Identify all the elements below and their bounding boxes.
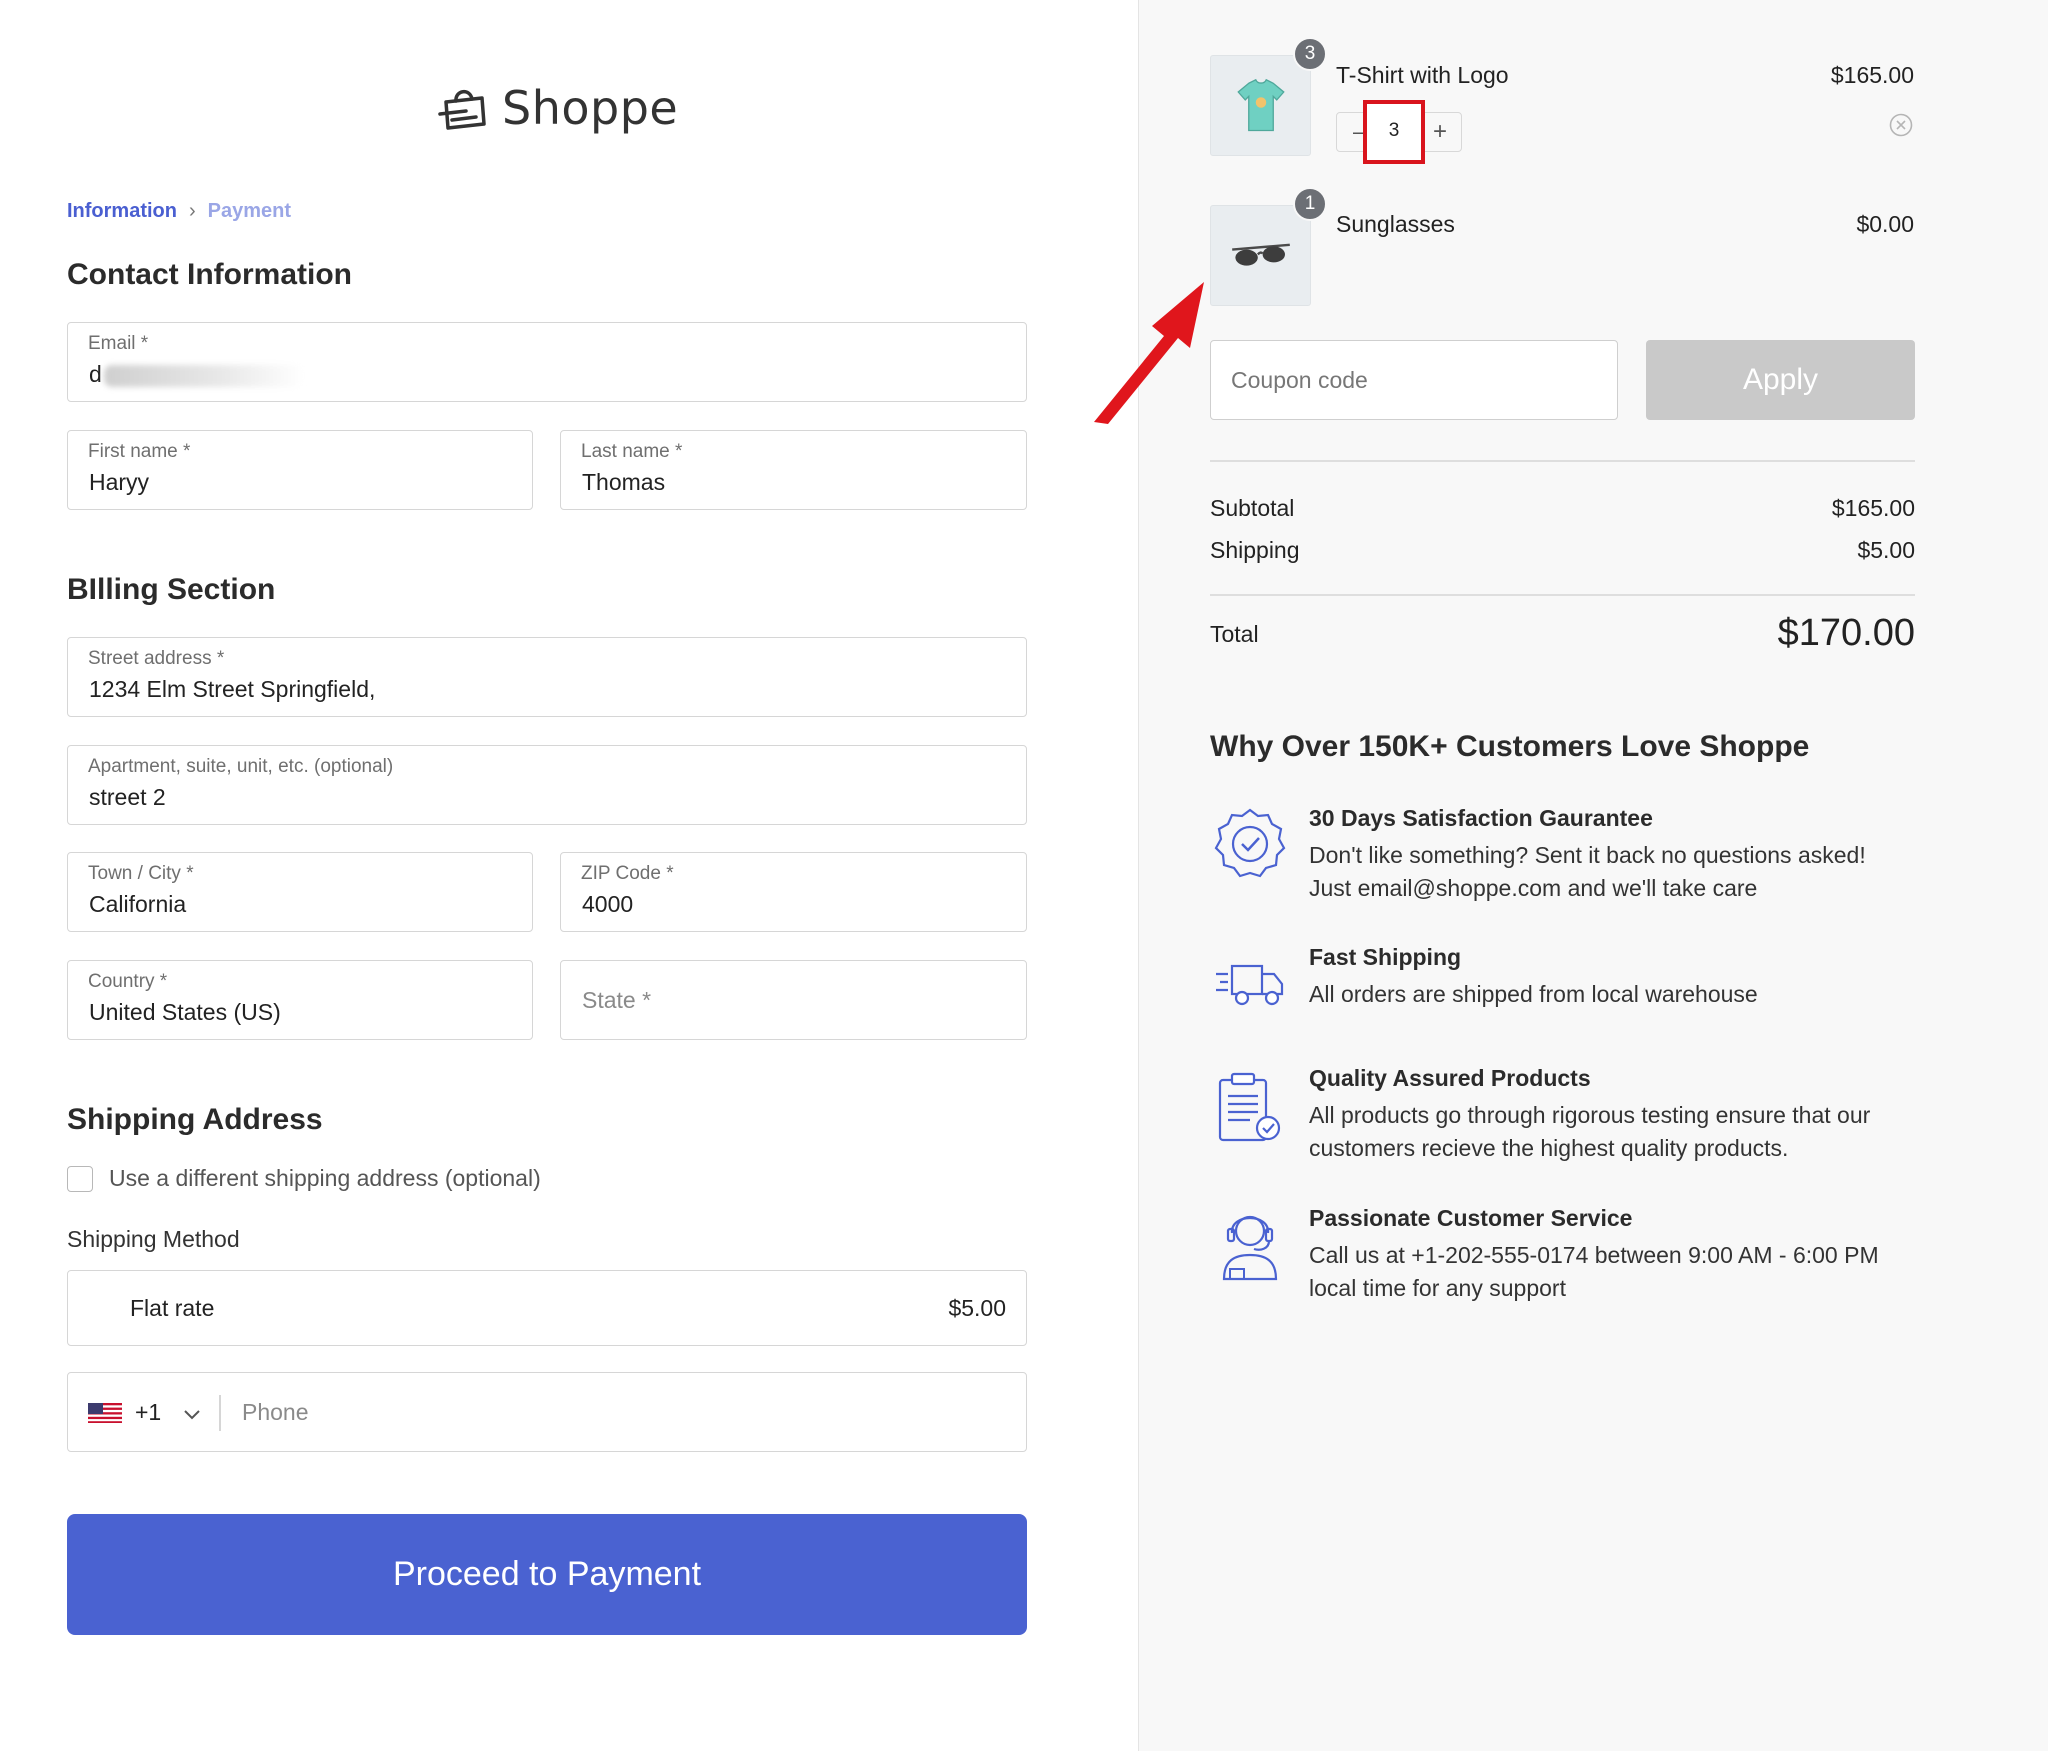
apartment-value: street 2 (89, 784, 166, 810)
state-placeholder: State * (582, 987, 652, 1013)
different-address-label: Use a different shipping address (option… (109, 1165, 541, 1191)
divider (1210, 594, 1915, 596)
quantity-value: 3 (1388, 120, 1400, 141)
coupon-placeholder: Coupon code (1231, 367, 1368, 393)
phone-divider (219, 1395, 221, 1431)
increase-quantity-button[interactable]: + (1433, 118, 1447, 146)
shopping-bag-icon (438, 90, 486, 130)
delivery-truck-icon (1216, 964, 1284, 1006)
zip-code-value: 4000 (582, 891, 634, 917)
city-value: California (89, 891, 187, 917)
feature-title: Fast Shipping (1309, 944, 1462, 970)
contact-information-heading: Contact Information (67, 258, 352, 291)
phone-field[interactable]: +1 Phone (67, 1372, 1027, 1452)
quantity-input[interactable]: 3 (1363, 100, 1425, 164)
apartment-field[interactable]: Apartment, suite, unit, etc. (optional) … (67, 745, 1027, 825)
zip-code-label: ZIP Code * (581, 863, 674, 884)
subtotal-label: Subtotal (1210, 495, 1295, 521)
shipping-method-name: Flat rate (130, 1295, 215, 1321)
breadcrumb: Information › Payment (67, 200, 291, 223)
country-select[interactable]: Country * United States (US) (67, 960, 533, 1040)
billing-section-heading: BIlling Section (67, 573, 276, 606)
coupon-code-input[interactable]: Coupon code (1210, 340, 1618, 420)
divider (1210, 460, 1915, 462)
breadcrumb-information[interactable]: Information (67, 200, 177, 223)
shipping-label: Shipping (1210, 537, 1300, 563)
street-address-label: Street address * (88, 648, 225, 669)
shipping-address-heading: Shipping Address (67, 1103, 323, 1136)
proceed-to-payment-button[interactable]: Proceed to Payment (67, 1514, 1027, 1635)
subtotal-value: $165.00 (1831, 495, 1915, 521)
feature-title: Quality Assured Products (1309, 1065, 1591, 1091)
item-price: $165.00 (1830, 62, 1914, 88)
apartment-label: Apartment, suite, unit, etc. (optional) (88, 756, 394, 777)
dial-code[interactable]: +1 (135, 1399, 161, 1426)
feature-description: All orders are shipped from local wareho… (1309, 981, 1758, 1007)
breadcrumb-payment[interactable]: Payment (208, 200, 291, 223)
shipping-method-price: $5.00 (948, 1295, 1006, 1321)
different-shipping-address-option[interactable]: Use a different shipping address (option… (67, 1165, 541, 1192)
brand-name: Shoppe (502, 81, 679, 135)
tshirt-icon (1236, 78, 1285, 131)
last-name-value: Thomas (582, 469, 666, 495)
street-address-field[interactable]: Street address * 1234 Elm Street Springf… (67, 637, 1027, 717)
support-agent-icon (1222, 1215, 1278, 1281)
tshirt-thumbnail (1210, 55, 1311, 156)
first-name-field[interactable]: First name * Haryy (67, 430, 533, 510)
clipboard-check-icon (1218, 1072, 1281, 1142)
redacted-email-blur (103, 364, 304, 387)
feature-title: 30 Days Satisfaction Gaurantee (1309, 805, 1653, 831)
email-label: Email * (88, 333, 149, 354)
shipping-method-label: Shipping Method (67, 1226, 240, 1252)
remove-item-icon[interactable] (1888, 112, 1914, 138)
country-value: United States (US) (89, 999, 281, 1025)
email-value: d (89, 361, 304, 388)
email-field[interactable]: Email * d (67, 322, 1027, 402)
zip-code-field[interactable]: ZIP Code * 4000 (560, 852, 1027, 932)
award-badge-icon (1214, 808, 1286, 878)
item-name: Sunglasses (1336, 211, 1455, 237)
street-address-value: 1234 Elm Street Springfield, (89, 676, 376, 702)
shipping-method-option[interactable]: Flat rate $5.00 (67, 1270, 1027, 1346)
chevron-right-icon: › (189, 200, 196, 222)
total-value: $170.00 (1777, 612, 1915, 654)
us-flag-icon[interactable] (88, 1403, 122, 1423)
feature-description: Call us at +1-202-555-0174 between 9:00 … (1309, 1242, 1879, 1301)
first-name-label: First name * (88, 441, 191, 462)
checkout-form-panel: Shoppe Information › Payment Contact Inf… (0, 0, 1138, 1751)
feature-description: Don't like something? Sent it back no qu… (1309, 842, 1866, 901)
last-name-field[interactable]: Last name * Thomas (560, 430, 1027, 510)
city-label: Town / City * (88, 863, 194, 884)
total-label: Total (1210, 621, 1259, 647)
item-name: T-Shirt with Logo (1336, 62, 1509, 88)
sunglasses-thumbnail (1210, 205, 1311, 306)
chevron-down-icon[interactable] (181, 1403, 203, 1425)
first-name-value: Haryy (89, 469, 150, 495)
item-price: $0.00 (1856, 211, 1914, 237)
state-field[interactable]: State * (560, 960, 1027, 1040)
feature-title: Passionate Customer Service (1309, 1205, 1633, 1231)
shipping-value: $5.00 (1857, 537, 1915, 563)
apply-coupon-button[interactable]: Apply (1646, 340, 1915, 420)
item-quantity-badge: 3 (1293, 37, 1327, 71)
country-label: Country * (88, 971, 168, 992)
why-customers-love-heading: Why Over 150K+ Customers Love Shoppe (1210, 730, 1810, 763)
last-name-label: Last name * (581, 441, 683, 462)
city-field[interactable]: Town / City * California (67, 852, 533, 932)
feature-description: All products go through rigorous testing… (1309, 1102, 1871, 1161)
item-quantity-badge: 1 (1293, 187, 1327, 221)
sunglasses-icon (1231, 243, 1290, 266)
red-arrow-annotation-icon (1094, 282, 1204, 424)
shoppe-logo[interactable]: Shoppe (436, 76, 678, 140)
phone-placeholder: Phone (242, 1399, 309, 1425)
different-address-checkbox[interactable] (67, 1165, 93, 1192)
